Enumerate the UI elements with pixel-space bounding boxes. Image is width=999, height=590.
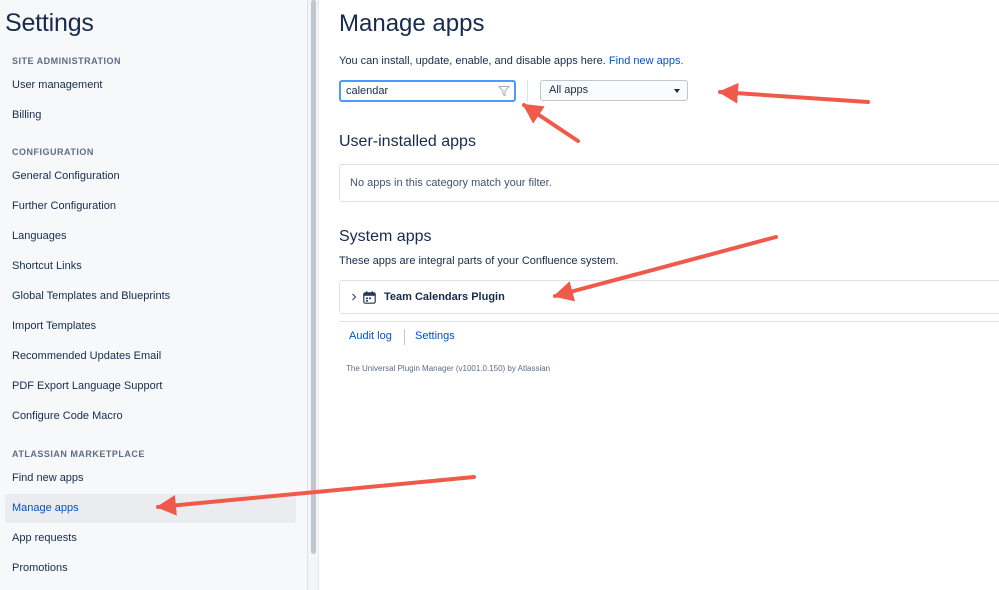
sidebar-title: Settings [5,9,94,37]
app-row-team-calendars[interactable]: Team Calendars Plugin [339,280,999,314]
system-apps-heading: System apps [339,228,432,245]
filter-separator [527,80,528,102]
upm-settings-link[interactable]: Settings [415,330,455,342]
sidebar-item-billing[interactable]: Billing [5,101,296,130]
main-content: Manage apps You can install, update, ena… [320,0,999,590]
system-apps-description: These apps are integral parts of your Co… [339,255,619,267]
calendar-icon [363,291,376,304]
sidebar-item-further-configuration[interactable]: Further Configuration [5,192,296,221]
filter-input[interactable] [346,83,494,99]
intro-description: You can install, update, enable, and dis… [339,55,606,67]
app-type-select-value: All apps [549,84,589,96]
section-site-administration: SITE ADMINISTRATION [12,56,121,66]
settings-sidebar: Settings SITE ADMINISTRATION User manage… [0,0,308,590]
sidebar-item-recommended-updates[interactable]: Recommended Updates Email [5,342,296,371]
sidebar-item-languages[interactable]: Languages [5,222,296,251]
chevron-down-icon [674,89,680,93]
audit-log-link[interactable]: Audit log [349,330,392,342]
user-installed-heading: User-installed apps [339,133,476,150]
sidebar-item-user-management[interactable]: User management [5,71,296,100]
upm-credit: The Universal Plugin Manager (v1001.0.15… [346,364,551,373]
sidebar-item-promotions[interactable]: Promotions [5,554,296,583]
user-installed-empty-panel: No apps in this category match your filt… [339,164,999,202]
sidebar-item-global-templates[interactable]: Global Templates and Blueprints [5,282,296,311]
app-type-select[interactable]: All apps [540,80,688,101]
sidebar-item-configure-code-macro[interactable]: Configure Code Macro [5,402,296,431]
sidebar-scrollbar-thumb[interactable] [311,0,316,554]
sidebar-item-app-requests[interactable]: App requests [5,524,296,553]
page-title: Manage apps [339,10,485,37]
sidebar-item-manage-apps[interactable]: Manage apps [5,494,296,523]
chevron-right-icon[interactable] [349,292,359,302]
filter-box[interactable] [339,80,516,102]
footer-divider [339,321,999,322]
sidebar-item-general-configuration[interactable]: General Configuration [5,162,296,191]
section-configuration: CONFIGURATION [12,147,94,157]
footer-link-separator [404,329,405,345]
app-name: Team Calendars Plugin [384,291,505,303]
sidebar-item-find-new-apps[interactable]: Find new apps [5,464,296,493]
filter-icon [498,86,510,97]
sidebar-item-pdf-export[interactable]: PDF Export Language Support [5,372,296,401]
section-atlassian-marketplace: ATLASSIAN MARKETPLACE [12,449,145,459]
find-new-apps-link[interactable]: Find new apps. [609,55,684,67]
sidebar-item-shortcut-links[interactable]: Shortcut Links [5,252,296,281]
intro-text: You can install, update, enable, and dis… [339,55,684,67]
sidebar-item-import-templates[interactable]: Import Templates [5,312,296,341]
